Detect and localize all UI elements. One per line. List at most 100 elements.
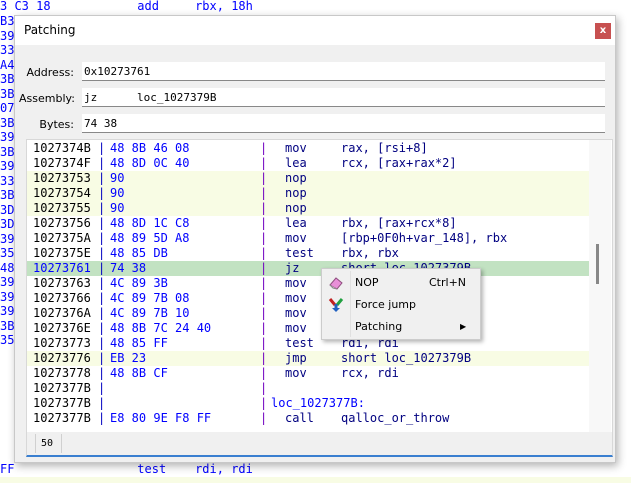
column-separator: | [260,321,268,335]
scrollbar-thumb[interactable] [596,244,599,284]
column-separator: | [260,156,268,170]
listing-row[interactable]: 10273754 | 90 | nop [27,186,589,201]
dialog-title: Patching [24,23,76,37]
bytes-input[interactable]: 74 38 [82,114,605,133]
row-address: 1027376A [33,306,91,320]
row-bytes: 74 38 [110,261,147,275]
row-bytes: 90 [110,201,125,215]
column-separator: | [260,141,268,155]
row-address: 10273763 [33,276,91,290]
listing-row[interactable]: 1027375E | 48 85 DB | test rbx, rbx [27,246,589,261]
bg-fragment: 39 [0,231,15,246]
row-bytes: 48 89 5D A8 [110,231,190,245]
assembly-input[interactable]: jz loc_1027379B [82,88,605,107]
bg-fragment: 48 [0,260,15,275]
column-separator: | [260,216,268,230]
row-operands: rbx, [rax+rcx*8] [341,216,457,230]
listing-row[interactable]: 10273763 | 4C 89 3B | mov [27,276,589,291]
column-separator: | [260,261,268,275]
listing-row[interactable]: 10273753 | 90 | nop [27,171,589,186]
row-address: 10273776 [33,351,91,365]
row-address: 1027377B [33,396,91,410]
title-bar[interactable]: Patching x [15,16,615,45]
row-mnemonic: nop [285,201,307,215]
row-operands: short loc_1027379B [341,351,472,365]
listing-row[interactable]: 1027377B | | [27,381,589,396]
column-separator: | [98,201,106,215]
column-separator: | [260,306,268,320]
bg-line: 3 C3 18 add rbx, 18h [0,0,253,13]
row-address: 1027374F [33,156,91,170]
column-separator: | [98,321,106,335]
bg-fragment: 39 [0,130,15,144]
column-separator: | [98,351,106,365]
row-mnemonic: mov [285,231,307,245]
row-mnemonic: lea [285,216,307,230]
row-bytes: 48 8D 1C C8 [110,216,190,230]
menu-item-force-jump[interactable]: Force jump [322,294,480,316]
row-bytes: 48 8B 7C 24 40 [110,321,212,335]
listing-row[interactable]: 10273766 | 4C 89 7B 08 | mov [27,291,589,306]
menu-item-label: NOP [355,276,379,289]
listing-row[interactable]: 1027377B | E8 80 9E F8 FF | call qalloc_or_th… [27,411,589,426]
row-address: 10273766 [33,291,91,305]
column-separator: | [98,411,106,425]
listing-row[interactable]: 10273756 | 48 8D 1C C8 | lea rbx, [rax+rcx*8] [27,216,589,231]
listing-row[interactable]: 1027376E | 48 8B 7C 24 40 | mov [27,321,589,336]
listing-row[interactable]: 1027375A | 48 89 5D A8 | mov [rbp+0F0h+var_14… [27,231,589,246]
status-bar: 50 [27,432,612,455]
listing-row[interactable]: 1027377B | | loc_1027377B: [27,396,589,411]
vertical-scrollbar[interactable] [589,140,611,432]
menu-item-patching[interactable]: Patching ▶ [322,316,480,338]
row-mnemonic: mov [285,306,307,320]
bg-fragment: 39 [0,28,15,43]
row-mnemonic: nop [285,171,307,185]
menu-item-label: Patching [355,320,403,333]
listing-row[interactable]: 1027376A | 4C 89 7B 10 | mov [27,306,589,321]
row-mnemonic: jz [285,261,300,275]
row-operands: rax, [rsi+8] [341,141,428,155]
bg-fragment: 39 [0,159,15,173]
listing-row[interactable]: 1027374B | 48 8B 46 08 | mov rax, [rsi+8] [27,141,589,156]
column-separator: | [260,381,268,395]
submenu-arrow-icon: ▶ [460,322,467,331]
row-bytes: 48 8B CF [110,366,168,380]
row-address: 1027376E [33,321,91,335]
column-separator: | [260,351,268,365]
listing-row[interactable]: 10273778 | 48 8B CF | mov rcx, rdi [27,366,589,381]
row-bytes: 48 85 DB [110,246,168,260]
menu-item-shortcut: Ctrl+N [429,276,467,289]
disassembly-listing[interactable]: 1027374B | 48 8B 46 08 | mov rax, [rsi+8] 1027… [26,139,613,457]
row-bytes: 48 8B 46 08 [110,141,190,155]
row-bytes: 90 [110,186,125,200]
row-bytes: 48 8D 0C 40 [110,156,190,170]
bg-fragment: 3B [0,188,15,202]
listing-row[interactable]: 10273761|74 38|jzshort loc_1027379B [27,261,589,276]
menu-item-nop[interactable]: NOP Ctrl+N [322,272,480,294]
row-mnemonic: mov [285,141,307,155]
column-separator: | [98,306,106,320]
column-separator: | [260,231,268,245]
column-separator: | [98,366,106,380]
row-mnemonic: mov [285,366,307,380]
bg-fragment: 35 [0,246,15,260]
listing-row[interactable]: 10273776 | EB 23 | jmp short loc_1027379B [27,351,589,366]
listing-row[interactable]: 10273755 | 90 | nop [27,201,589,216]
row-bytes: 48 85 FF [110,336,168,350]
bg-fragment: A4 [0,57,15,72]
row-address: 10273773 [33,336,91,350]
close-button[interactable]: x [595,23,611,39]
column-separator: | [98,336,106,350]
listing-row[interactable]: 1027374F | 48 8D 0C 40 | lea rcx, [rax+rax*2] [27,156,589,171]
column-separator: | [98,171,106,185]
row-mnemonic: nop [285,186,307,200]
column-separator: | [260,276,268,290]
listing-row[interactable]: 10273773 | 48 85 FF | test rdi, rdi [27,336,589,351]
row-mnemonic: mov [285,276,307,290]
column-separator: | [260,366,268,380]
row-address: 1027375A [33,231,91,245]
bg-line: FF test rdi, rdi [0,462,253,476]
address-input[interactable]: 0x10273761 [82,62,605,81]
column-separator: | [260,201,268,215]
bg-fragment: 33 [0,173,15,188]
